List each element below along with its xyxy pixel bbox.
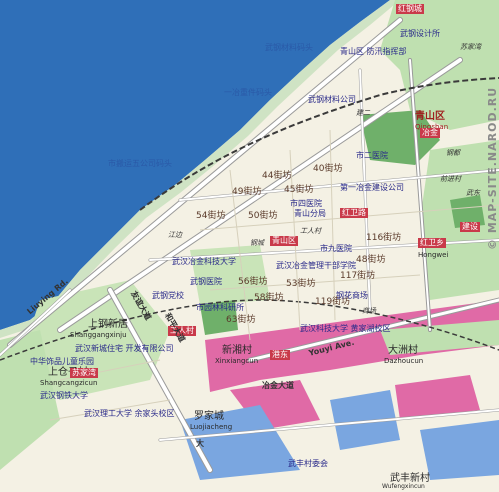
pin-label: 武东 <box>466 189 480 197</box>
area-label: 大洲村 <box>388 345 418 356</box>
red-label: 青山区 <box>270 236 298 246</box>
watermark: © MAP-SITE.NAROD.RU <box>486 86 499 250</box>
poi-label[interactable]: 青山分局 <box>294 210 326 218</box>
poi-label[interactable]: 青山区 防汛指挥部 <box>340 48 407 56</box>
poi-label[interactable]: 钢花商场 <box>336 292 368 300</box>
block-label: 63街坊 <box>226 315 256 325</box>
red-label: 红卫乡 <box>418 238 446 248</box>
area-label-en: Xinxiangcun <box>215 357 259 365</box>
block-label: 49街坊 <box>232 187 262 197</box>
poi-label[interactable]: 武钢医院 <box>190 278 222 286</box>
poi-label[interactable]: 武汉冶金管理干部学院 <box>276 262 356 270</box>
pin-label: 工人村 <box>300 227 321 235</box>
block-label: 44街坊 <box>262 171 292 181</box>
road-label: 大 <box>196 439 204 448</box>
red-label: 红卫路 <box>340 208 368 218</box>
poi-label[interactable]: 市园林科研所 <box>196 304 244 312</box>
district-label: 青山区 <box>415 111 445 122</box>
poi-label[interactable]: 武汉钢铁大学 <box>40 392 88 400</box>
poi-label[interactable]: 武汉冶金科技大学 <box>172 258 236 266</box>
poi-label[interactable]: 武钢材料公司 <box>308 96 356 104</box>
pin-label: 苏家湾 <box>460 43 481 51</box>
block-label: 48街坊 <box>356 255 386 265</box>
area-label: 上钢新居 <box>88 319 128 330</box>
poi-label[interactable]: 武汉新城住宅 开发有限公司 <box>75 345 174 353</box>
block-label: 45街坊 <box>284 185 314 195</box>
area-label: 罗家城 <box>194 411 224 422</box>
block-label: 40街坊 <box>313 164 343 174</box>
red-label: 冶金 <box>420 128 440 138</box>
ferry-label: 一冶重件码头 <box>224 88 272 97</box>
block-label: 116街坊 <box>366 233 402 243</box>
pin-label: 建二 <box>356 109 370 117</box>
area-label-en: Luojiacheng <box>190 423 233 431</box>
poi-label[interactable]: 武汉理工大学 余家头校区 <box>84 410 175 418</box>
poi-label[interactable]: 中华饰品儿童乐园 <box>30 358 94 366</box>
poi-label[interactable]: 市二医院 <box>356 152 388 160</box>
block-label: 58街坊 <box>254 293 284 303</box>
road-label: 冶金大道 <box>262 381 294 390</box>
area-label: 新湘村 <box>222 345 252 356</box>
red-label: 港东 <box>270 350 290 360</box>
area-label-en: Shangcangzicun <box>40 379 98 387</box>
area-label-en: Wufengxincun <box>382 483 425 490</box>
poi-label[interactable]: 武汉科技大学 黄家湖校区 <box>300 325 391 333</box>
pin-label: 江边 <box>168 231 182 239</box>
poi-label[interactable]: 第一冶金建设公司 <box>340 184 404 192</box>
red-label: 苏家湾 <box>70 368 98 378</box>
ferry-label: 市搬运五公司码头 <box>108 159 172 168</box>
poi-label[interactable]: 武钢党校 <box>152 292 184 300</box>
area-label-en: Dazhoucun <box>384 357 424 365</box>
red-label: 红钢城 <box>396 4 424 14</box>
area-label-en: Shanggangxinju <box>70 331 127 339</box>
poi-label[interactable]: 武丰村委会 <box>288 460 328 468</box>
pin-label: 钢城 <box>250 239 264 247</box>
poi-label[interactable]: 武钢设计所 <box>400 30 440 38</box>
pin-label: 商场 <box>362 307 376 315</box>
block-label: 54街坊 <box>196 211 226 221</box>
poi-label[interactable]: 市四医院 <box>290 200 322 208</box>
area-label: Hongwei <box>418 251 449 259</box>
block-label: 117街坊 <box>340 271 376 281</box>
block-label: 56街坊 <box>238 277 268 287</box>
block-label: 50街坊 <box>248 211 278 221</box>
map-canvas[interactable]: 武钢材料码头 一冶重件码头 市搬运五公司码头 青山区 Qingshan 红卫乡 … <box>0 0 499 492</box>
block-label: 53街坊 <box>286 279 316 289</box>
red-label: 建设 <box>460 222 480 232</box>
pin-label: 前进村 <box>440 175 461 183</box>
poi-label[interactable]: 市九医院 <box>320 245 352 253</box>
pin-label: 钢都 <box>446 149 460 157</box>
ferry-label: 武钢材料码头 <box>265 43 313 52</box>
factory-zone-3 <box>420 420 499 480</box>
